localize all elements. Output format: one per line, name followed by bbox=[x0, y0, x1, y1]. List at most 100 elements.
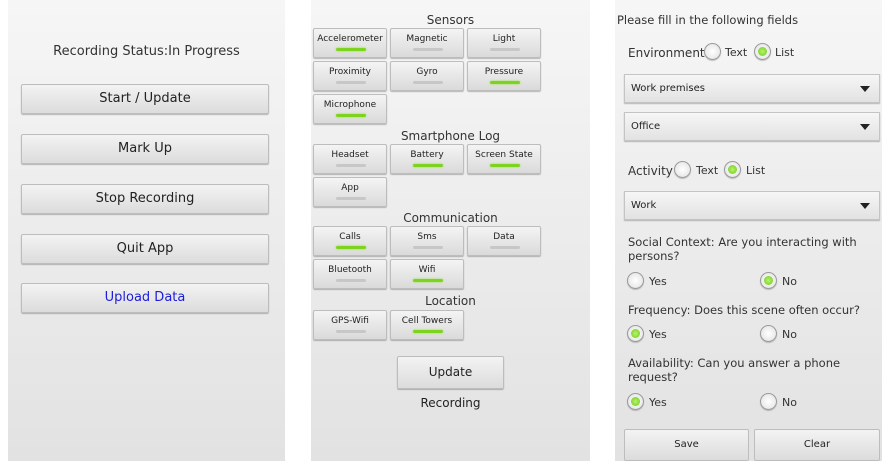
activity-list-label: List bbox=[746, 164, 766, 177]
toggle-proximity[interactable]: Proximity bbox=[313, 61, 387, 91]
frequency-yes-label: Yes bbox=[649, 328, 667, 341]
toggle-data[interactable]: Data bbox=[467, 226, 541, 256]
toggle-label: Calls bbox=[339, 232, 361, 242]
dropdown-arrow-icon bbox=[860, 203, 870, 209]
toggle-label: Battery bbox=[410, 150, 444, 160]
toggle-indicator bbox=[336, 246, 366, 249]
toggle-magnetic[interactable]: Magnetic bbox=[390, 28, 464, 58]
toggle-indicator bbox=[413, 246, 443, 249]
toggle-indicator bbox=[336, 197, 366, 200]
sensors-panel: Sensors Accelerometer Magnetic Light Pro… bbox=[311, 0, 590, 461]
toggle-light[interactable]: Light bbox=[467, 28, 541, 58]
toggle-label: Data bbox=[493, 232, 515, 242]
dropdown-value: Work premises bbox=[631, 83, 705, 94]
toggle-indicator bbox=[336, 330, 366, 333]
toggle-cell-towers[interactable]: Cell Towers bbox=[390, 310, 464, 340]
social-no-radio[interactable] bbox=[760, 272, 777, 289]
availability-question: Availability: Can you answer a phone req… bbox=[628, 356, 841, 384]
toggle-accelerometer[interactable]: Accelerometer bbox=[313, 28, 387, 58]
toggle-label: Magnetic bbox=[406, 34, 448, 44]
toggle-label: Gyro bbox=[416, 67, 438, 77]
toggle-calls[interactable]: Calls bbox=[313, 226, 387, 256]
toggle-wifi[interactable]: Wifi bbox=[390, 259, 464, 289]
toggle-label: Headset bbox=[331, 150, 369, 160]
dropdown-value: Work bbox=[631, 200, 657, 211]
toggle-label: Pressure bbox=[484, 67, 524, 77]
dropdown-arrow-icon bbox=[860, 86, 870, 92]
toggle-label: Cell Towers bbox=[401, 316, 453, 326]
toggle-label: Light bbox=[492, 34, 516, 44]
activity-dropdown[interactable]: Work bbox=[624, 191, 880, 220]
social-context-question: Social Context: Are you interacting with… bbox=[628, 235, 857, 263]
activity-text-label: Text bbox=[696, 164, 719, 177]
activity-label: Activity bbox=[628, 164, 673, 178]
availability-no-radio[interactable] bbox=[760, 393, 777, 410]
environment-text-label: Text bbox=[725, 46, 748, 59]
frequency-no-label: No bbox=[782, 328, 797, 341]
toggle-pressure[interactable]: Pressure bbox=[467, 61, 541, 91]
toggle-indicator bbox=[413, 279, 443, 282]
environment-list-label: List bbox=[775, 46, 795, 59]
toggle-app[interactable]: App bbox=[313, 177, 387, 207]
start-update-button[interactable]: Start / Update bbox=[21, 84, 269, 114]
environment-dropdown[interactable]: Work premises bbox=[624, 74, 880, 103]
toggle-indicator bbox=[336, 164, 366, 167]
upload-data-button[interactable]: Upload Data bbox=[21, 283, 269, 313]
toggle-label: Accelerometer bbox=[317, 34, 383, 44]
section-sensors-title: Sensors bbox=[426, 13, 475, 27]
form-heading: Please fill in the following fields bbox=[617, 13, 799, 27]
toggle-indicator bbox=[490, 48, 520, 51]
toggle-indicator bbox=[413, 330, 443, 333]
toggle-indicator bbox=[490, 164, 520, 167]
quit-app-button[interactable]: Quit App bbox=[21, 234, 269, 264]
environment-text-radio[interactable] bbox=[704, 43, 721, 60]
toggle-label: Proximity bbox=[329, 67, 371, 77]
environment-list-radio[interactable] bbox=[754, 43, 771, 60]
toggle-label: Microphone bbox=[323, 100, 377, 110]
toggle-indicator bbox=[490, 246, 520, 249]
environment-label: Environment bbox=[628, 46, 705, 60]
availability-no-label: No bbox=[782, 396, 797, 409]
toggle-headset[interactable]: Headset bbox=[313, 144, 387, 174]
social-no-label: No bbox=[782, 275, 797, 288]
toggle-indicator bbox=[413, 48, 443, 51]
availability-yes-label: Yes bbox=[649, 396, 667, 409]
toggle-indicator bbox=[413, 164, 443, 167]
toggle-screen-state[interactable]: Screen State bbox=[467, 144, 541, 174]
toggle-indicator bbox=[336, 48, 366, 51]
toggle-gps-wifi[interactable]: GPS-Wifi bbox=[313, 310, 387, 340]
availability-yes-radio[interactable] bbox=[627, 393, 644, 410]
toggle-gyro[interactable]: Gyro bbox=[390, 61, 464, 91]
toggle-label: Sms bbox=[417, 232, 437, 242]
clear-button[interactable]: Clear bbox=[754, 429, 880, 461]
toggle-indicator bbox=[413, 81, 443, 84]
toggle-indicator bbox=[336, 279, 366, 282]
toggle-label: Wifi bbox=[418, 265, 436, 275]
dropdown-arrow-icon bbox=[860, 124, 870, 130]
stop-recording-button[interactable]: Stop Recording bbox=[21, 184, 269, 214]
section-smartphone-log-title: Smartphone Log bbox=[400, 129, 501, 143]
toggle-label: Bluetooth bbox=[328, 265, 372, 275]
toggle-sms[interactable]: Sms bbox=[390, 226, 464, 256]
recording-status: Recording Status:In Progress bbox=[53, 44, 240, 59]
frequency-no-radio[interactable] bbox=[760, 325, 777, 342]
toggle-label: App bbox=[341, 183, 359, 193]
toggle-microphone[interactable]: Microphone bbox=[313, 94, 387, 124]
update-recording-button[interactable]: Update Recording bbox=[397, 356, 504, 410]
location-dropdown[interactable]: Office bbox=[624, 112, 880, 141]
frequency-yes-radio[interactable] bbox=[627, 325, 644, 342]
activity-text-radio[interactable] bbox=[674, 161, 691, 178]
section-communication-title: Communication bbox=[403, 211, 498, 225]
social-yes-label: Yes bbox=[649, 275, 667, 288]
dropdown-value: Office bbox=[631, 121, 661, 132]
toggle-battery[interactable]: Battery bbox=[390, 144, 464, 174]
activity-list-radio[interactable] bbox=[724, 161, 741, 178]
mark-up-button[interactable]: Mark Up bbox=[21, 134, 269, 164]
toggle-indicator bbox=[336, 114, 366, 117]
section-location-title: Location bbox=[425, 294, 476, 308]
social-yes-radio[interactable] bbox=[627, 272, 644, 289]
toggle-label: GPS-Wifi bbox=[331, 316, 369, 326]
toggle-bluetooth[interactable]: Bluetooth bbox=[313, 259, 387, 289]
toggle-label: Screen State bbox=[475, 150, 533, 160]
save-button[interactable]: Save bbox=[624, 429, 749, 461]
